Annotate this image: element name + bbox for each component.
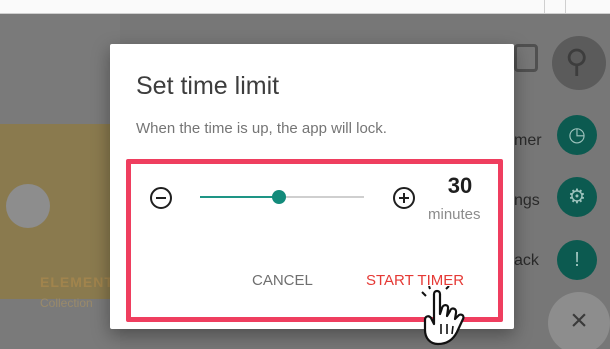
search-icon: ⚲: [565, 43, 589, 79]
dialog-title: Set time limit: [136, 72, 280, 100]
search-button[interactable]: ⚲: [552, 36, 606, 90]
window-icon: [514, 44, 538, 72]
dialog-subtitle: When the time is up, the app will lock.: [136, 120, 387, 137]
slider-thumb[interactable]: [272, 190, 286, 204]
top-bar: [0, 0, 610, 14]
artwork-subtitle: Collection: [40, 296, 93, 310]
background-avatar: [6, 184, 50, 228]
hand-pointer-icon: [421, 286, 465, 346]
cancel-button[interactable]: CANCEL: [252, 272, 313, 289]
time-slider[interactable]: [200, 190, 364, 204]
top-bar-box: [544, 0, 566, 14]
slider-fill: [200, 196, 279, 198]
time-value: 30: [447, 173, 473, 198]
sidebar-item-settings-label: ngs: [514, 192, 540, 209]
artwork-title: ELEMENT: [40, 274, 114, 290]
close-button[interactable]: ×: [548, 292, 610, 349]
time-unit: minutes: [428, 206, 481, 223]
gear-icon[interactable]: ⚙: [557, 177, 597, 217]
sidebar-item-feedback-label: ack: [514, 252, 539, 269]
close-icon: ×: [570, 304, 588, 337]
minus-icon[interactable]: [150, 187, 172, 209]
feedback-icon[interactable]: !: [557, 240, 597, 280]
plus-icon[interactable]: [393, 187, 415, 209]
clock-icon[interactable]: ◷: [557, 115, 597, 155]
sidebar-item-timer-label: mer: [514, 132, 542, 149]
